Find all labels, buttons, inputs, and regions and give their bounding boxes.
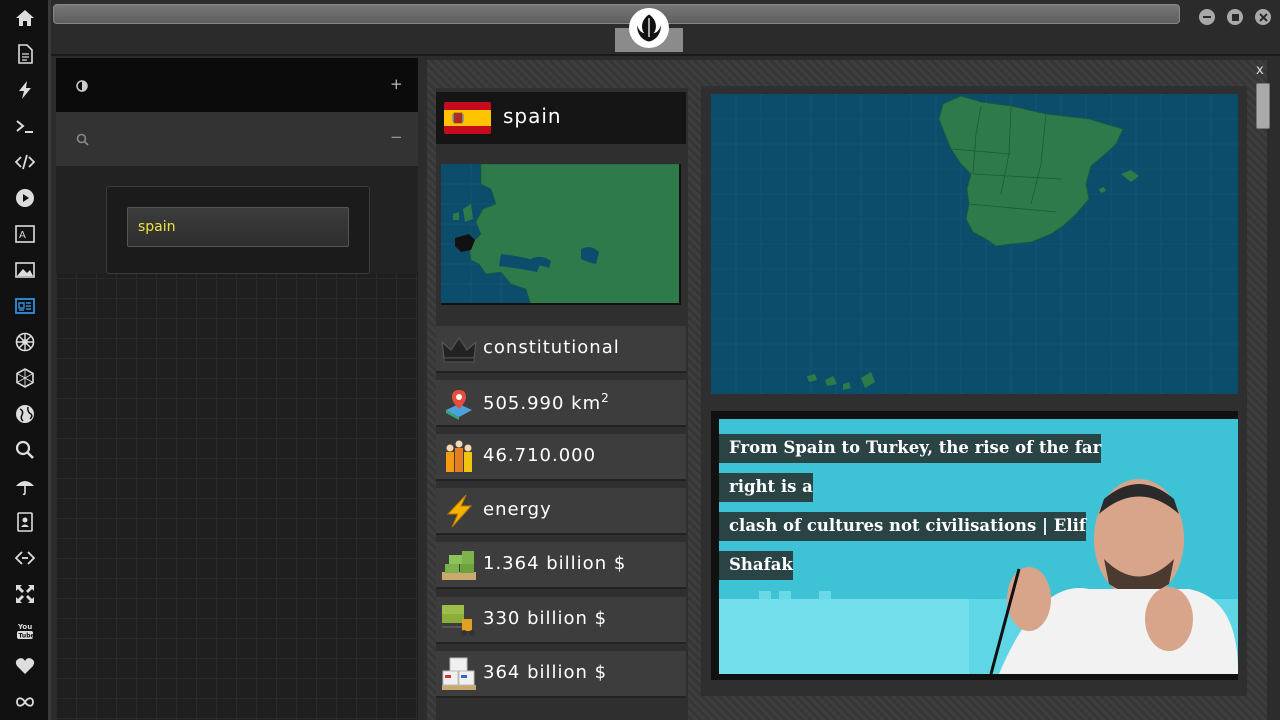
- sector-value: energy: [483, 499, 552, 520]
- news-title-line-2: clash of cultures not civilisations | El…: [719, 512, 1086, 580]
- close-icon: [1258, 12, 1268, 22]
- panel-close-button[interactable]: x: [1256, 63, 1264, 78]
- europe-minimap[interactable]: [441, 163, 682, 306]
- theme-row: +: [56, 58, 418, 112]
- imports-value: 330 billion $: [483, 608, 608, 629]
- rebel-logo[interactable]: [629, 8, 669, 48]
- expand-button[interactable]: +: [390, 75, 403, 93]
- terminal-icon[interactable]: [12, 113, 38, 139]
- search-icon[interactable]: [76, 133, 89, 146]
- government-type: constitutional: [483, 337, 620, 358]
- exports-value: 364 billion $: [483, 662, 608, 683]
- scrollbar-thumb[interactable]: [1256, 83, 1270, 129]
- forklift-icon: [442, 605, 475, 636]
- sidebar-divider: [48, 0, 51, 720]
- country-search-input[interactable]: [127, 207, 349, 247]
- map-pin-icon: [446, 390, 472, 420]
- crown-icon: [441, 336, 477, 363]
- maximize-button[interactable]: [1227, 9, 1243, 25]
- boxes-icon: [442, 657, 476, 690]
- image-icon[interactable]: [12, 257, 38, 283]
- svg-text:Tube: Tube: [19, 633, 35, 640]
- people-icon: [446, 440, 472, 472]
- spain-flag: [444, 102, 491, 134]
- gdp-value: 1.364 billion $: [483, 553, 627, 574]
- gdp-row: 1.364 billion $: [436, 542, 686, 589]
- globe-icon[interactable]: [12, 401, 38, 427]
- link-icon[interactable]: [12, 545, 38, 571]
- population-row: 46.710.000: [436, 434, 686, 481]
- news-title[interactable]: From Spain to Turkey, the rise of the fa…: [719, 428, 1139, 584]
- left-panel: + −: [56, 58, 418, 720]
- spain-map[interactable]: [711, 94, 1238, 394]
- heart-icon[interactable]: [12, 653, 38, 679]
- translate-icon[interactable]: A: [12, 221, 38, 247]
- country-name: spain: [503, 104, 562, 128]
- exports-row: 364 billion $: [436, 651, 686, 698]
- hexagon-icon[interactable]: [12, 365, 38, 391]
- home-icon[interactable]: [12, 5, 38, 31]
- population-value: 46.710.000: [483, 445, 597, 466]
- svg-text:A: A: [19, 230, 26, 241]
- infinity-icon[interactable]: [12, 689, 38, 715]
- money-stack-icon: [442, 551, 476, 580]
- news-title-line-1: From Spain to Turkey, the rise of the fa…: [719, 434, 1102, 502]
- document-icon[interactable]: [12, 41, 38, 67]
- play-icon[interactable]: [12, 185, 38, 211]
- area-row: 505.990 km2: [436, 380, 686, 427]
- search-box: [106, 186, 370, 274]
- minimize-button[interactable]: [1199, 9, 1215, 25]
- news-icon[interactable]: [12, 293, 38, 319]
- lightning-icon[interactable]: [12, 77, 38, 103]
- icon-sidebar: A You Tube: [0, 0, 48, 720]
- svg-text:You: You: [17, 623, 32, 631]
- address-bar[interactable]: [53, 4, 1180, 24]
- empire-icon[interactable]: [12, 329, 38, 355]
- collapse-button[interactable]: −: [390, 128, 403, 146]
- sector-row: energy: [436, 488, 686, 535]
- energy-icon: [446, 494, 473, 528]
- contacts-icon[interactable]: [12, 509, 38, 535]
- government-row: constitutional: [436, 326, 686, 373]
- contrast-icon[interactable]: [76, 80, 88, 92]
- fullscreen-icon[interactable]: [12, 581, 38, 607]
- area-value: 505.990 km2: [483, 391, 610, 414]
- code-icon[interactable]: [12, 149, 38, 175]
- umbrella-icon[interactable]: [12, 473, 38, 499]
- search-row: −: [56, 112, 418, 166]
- rebel-alliance-icon: [637, 14, 661, 42]
- search-icon[interactable]: [12, 437, 38, 463]
- youtube-icon[interactable]: You Tube: [12, 617, 38, 643]
- close-button[interactable]: [1255, 9, 1271, 25]
- imports-row: 330 billion $: [436, 597, 686, 644]
